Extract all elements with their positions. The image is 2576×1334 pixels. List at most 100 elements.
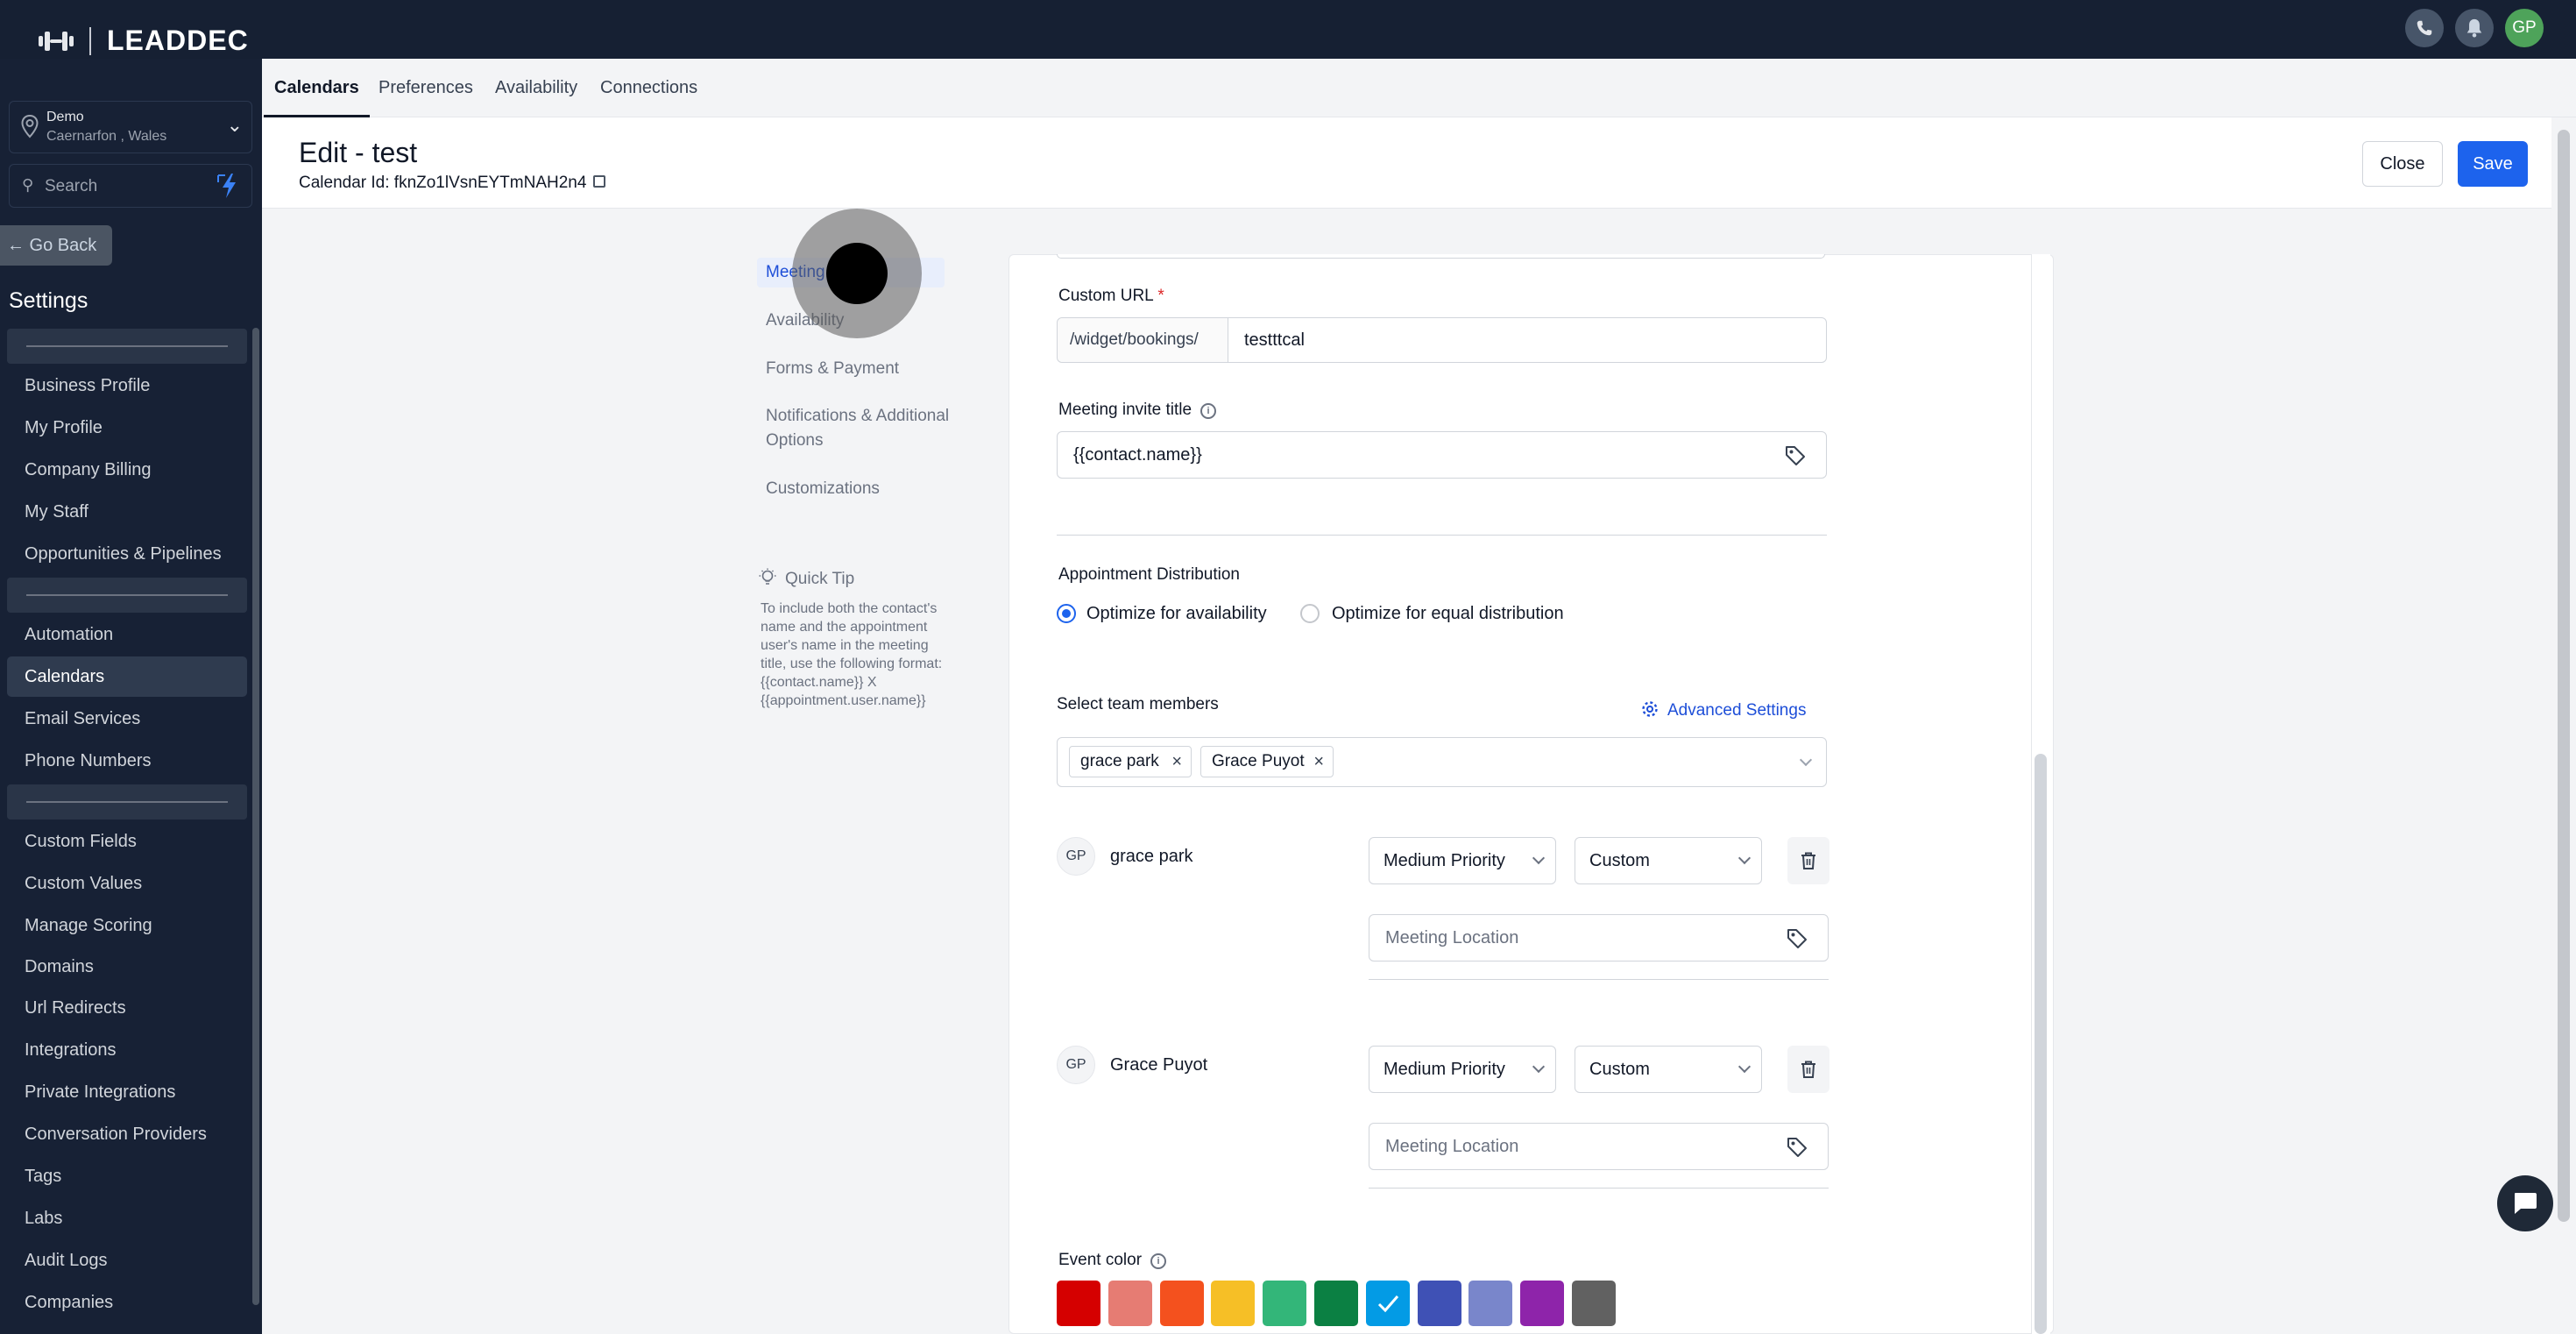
info-icon[interactable]: i	[1150, 1253, 1167, 1269]
sidebar-search[interactable]: ⚲ Search	[9, 164, 252, 208]
gear-icon	[1642, 701, 1658, 717]
sidebar-item-business-profile[interactable]: Business Profile	[7, 365, 247, 406]
tab-calendars[interactable]: Calendars	[264, 59, 370, 117]
sidebar-item-my-staff[interactable]: My Staff	[7, 492, 247, 532]
color-swatch[interactable]	[1057, 1281, 1100, 1326]
priority-select[interactable]: Medium Priority	[1369, 1046, 1556, 1093]
color-swatch[interactable]	[1211, 1281, 1256, 1326]
color-swatch[interactable]	[1108, 1281, 1152, 1326]
sidebar-item-url-redirects[interactable]: Url Redirects	[7, 988, 247, 1028]
meeting-location-input[interactable]: Meeting Location	[1385, 1124, 1518, 1169]
sidebar-item-companies[interactable]: Companies	[7, 1282, 247, 1323]
schedule-value: Custom	[1589, 851, 1650, 870]
previous-field-edge	[1057, 254, 1825, 259]
logo-separator	[89, 26, 91, 55]
subnav-item-forms-payment[interactable]: Forms & Payment	[766, 357, 899, 381]
radio-equal-distribution[interactable]	[1300, 604, 1320, 623]
sidebar-group-divider	[7, 578, 247, 613]
sidebar-item-integrations[interactable]: Integrations	[7, 1030, 247, 1070]
sidebar-item-company-billing[interactable]: Company Billing	[7, 450, 247, 490]
sidebar-item-tags[interactable]: Tags	[7, 1156, 247, 1196]
sidebar-item-domains[interactable]: Domains	[7, 947, 247, 987]
custom-url-field[interactable]: /widget/bookings/ testttcal	[1057, 317, 1827, 363]
tag-icon[interactable]	[1784, 444, 1807, 467]
sidebar-item-calendars[interactable]: Calendars	[7, 656, 247, 697]
meeting-location-field[interactable]: Meeting Location	[1369, 914, 1829, 961]
chevron-down-icon	[1532, 1060, 1546, 1074]
save-button[interactable]: Save	[2458, 141, 2528, 187]
tag-icon[interactable]	[1786, 1136, 1808, 1159]
sidebar-item-my-profile[interactable]: My Profile	[7, 408, 247, 448]
remove-chip-icon[interactable]: ×	[1313, 747, 1324, 777]
priority-select[interactable]: Medium Priority	[1369, 837, 1556, 884]
copy-icon[interactable]	[593, 175, 606, 188]
meeting-location-field[interactable]: Meeting Location	[1369, 1123, 1829, 1170]
form-scrollbar-thumb[interactable]	[2035, 754, 2047, 1334]
section-divider	[1057, 535, 1827, 536]
custom-url-input[interactable]: testttcal	[1244, 318, 1305, 362]
schedule-select[interactable]: Custom	[1575, 1046, 1762, 1093]
schedule-select[interactable]: Custom	[1575, 837, 1762, 884]
sidebar-item-audit-logs[interactable]: Audit Logs	[7, 1240, 247, 1281]
chevron-down-icon	[1799, 753, 1813, 767]
color-swatch[interactable]	[1314, 1281, 1358, 1326]
delete-member-button[interactable]	[1787, 837, 1829, 884]
tab-preferences[interactable]: Preferences	[379, 59, 473, 117]
sidebar-item-automation[interactable]: Automation	[7, 614, 247, 655]
member-chip[interactable]: grace park ×	[1069, 746, 1192, 777]
sidebar-item-labs[interactable]: Labs	[7, 1198, 247, 1238]
page-title: Edit - test	[299, 137, 418, 168]
info-icon[interactable]: i	[1200, 403, 1217, 419]
invite-title-input[interactable]: {{contact.name}}	[1073, 432, 1202, 478]
lightning-icon[interactable]	[215, 172, 241, 200]
tag-icon[interactable]	[1786, 927, 1808, 950]
brand-logo[interactable]: LEADDEC	[39, 25, 249, 57]
sidebar-item-opportunities[interactable]: Opportunities & Pipelines	[7, 534, 247, 574]
cursor-dot	[826, 243, 888, 304]
sidebar-item-email-services[interactable]: Email Services	[7, 699, 247, 739]
page-scrollbar-thumb[interactable]	[2558, 130, 2570, 1222]
member-chip[interactable]: Grace Puyot ×	[1200, 746, 1334, 777]
search-placeholder: Search	[45, 177, 98, 195]
radio-equal-distribution-label[interactable]: Optimize for equal distribution	[1332, 604, 1564, 624]
member-divider	[1369, 979, 1829, 980]
close-button[interactable]: Close	[2362, 141, 2443, 187]
color-swatch[interactable]	[1159, 1281, 1204, 1326]
color-swatch[interactable]	[1520, 1281, 1565, 1326]
sidebar-item-custom-fields[interactable]: Custom Fields	[7, 821, 247, 862]
go-back-button[interactable]: ← Go Back	[0, 225, 112, 266]
phone-icon[interactable]	[2405, 9, 2444, 47]
subnav-item-customizations[interactable]: Customizations	[766, 477, 880, 501]
color-swatch[interactable]	[1365, 1281, 1410, 1326]
sidebar-item-conversation-providers[interactable]: Conversation Providers	[7, 1114, 247, 1154]
location-name: Demo	[46, 110, 84, 124]
sidebar-scrollbar[interactable]	[252, 328, 259, 1305]
color-swatch[interactable]	[1417, 1281, 1461, 1326]
color-swatch[interactable]	[1572, 1281, 1616, 1326]
bell-icon[interactable]	[2455, 9, 2494, 47]
subnav-item-notifications[interactable]: Notifications & Additional Options	[766, 404, 950, 453]
color-swatch[interactable]	[1468, 1281, 1513, 1326]
sidebar-item-manage-scoring[interactable]: Manage Scoring	[7, 905, 247, 946]
chat-widget-button[interactable]	[2497, 1175, 2553, 1231]
color-swatch[interactable]	[1263, 1281, 1307, 1326]
location-switcher[interactable]: Demo Caernarfon , Wales ⌄	[9, 101, 252, 153]
chevron-down-icon	[1737, 1060, 1752, 1074]
remove-chip-icon[interactable]: ×	[1171, 747, 1182, 777]
tab-availability[interactable]: Availability	[495, 59, 577, 117]
invite-title-field[interactable]: {{contact.name}}	[1057, 431, 1827, 479]
page-header: Edit - test Calendar Id: fknZo1lVsnEYTmN…	[262, 117, 2551, 209]
sidebar-item-private-integrations[interactable]: Private Integrations	[7, 1072, 247, 1112]
trash-icon	[1801, 852, 1815, 869]
sidebar-item-phone-numbers[interactable]: Phone Numbers	[7, 741, 247, 781]
delete-member-button[interactable]	[1787, 1046, 1829, 1093]
advanced-settings-link[interactable]: Advanced Settings	[1641, 700, 1806, 720]
event-color-label: Event color i	[1058, 1251, 1167, 1270]
radio-optimize-availability-label[interactable]: Optimize for availability	[1086, 604, 1267, 624]
radio-optimize-availability[interactable]	[1057, 604, 1076, 623]
meeting-location-input[interactable]: Meeting Location	[1385, 915, 1518, 961]
sidebar-item-custom-values[interactable]: Custom Values	[7, 863, 247, 904]
tab-connections[interactable]: Connections	[600, 59, 697, 117]
page-scrollbar[interactable]	[2551, 117, 2576, 1334]
user-avatar[interactable]: GP	[2505, 9, 2544, 47]
